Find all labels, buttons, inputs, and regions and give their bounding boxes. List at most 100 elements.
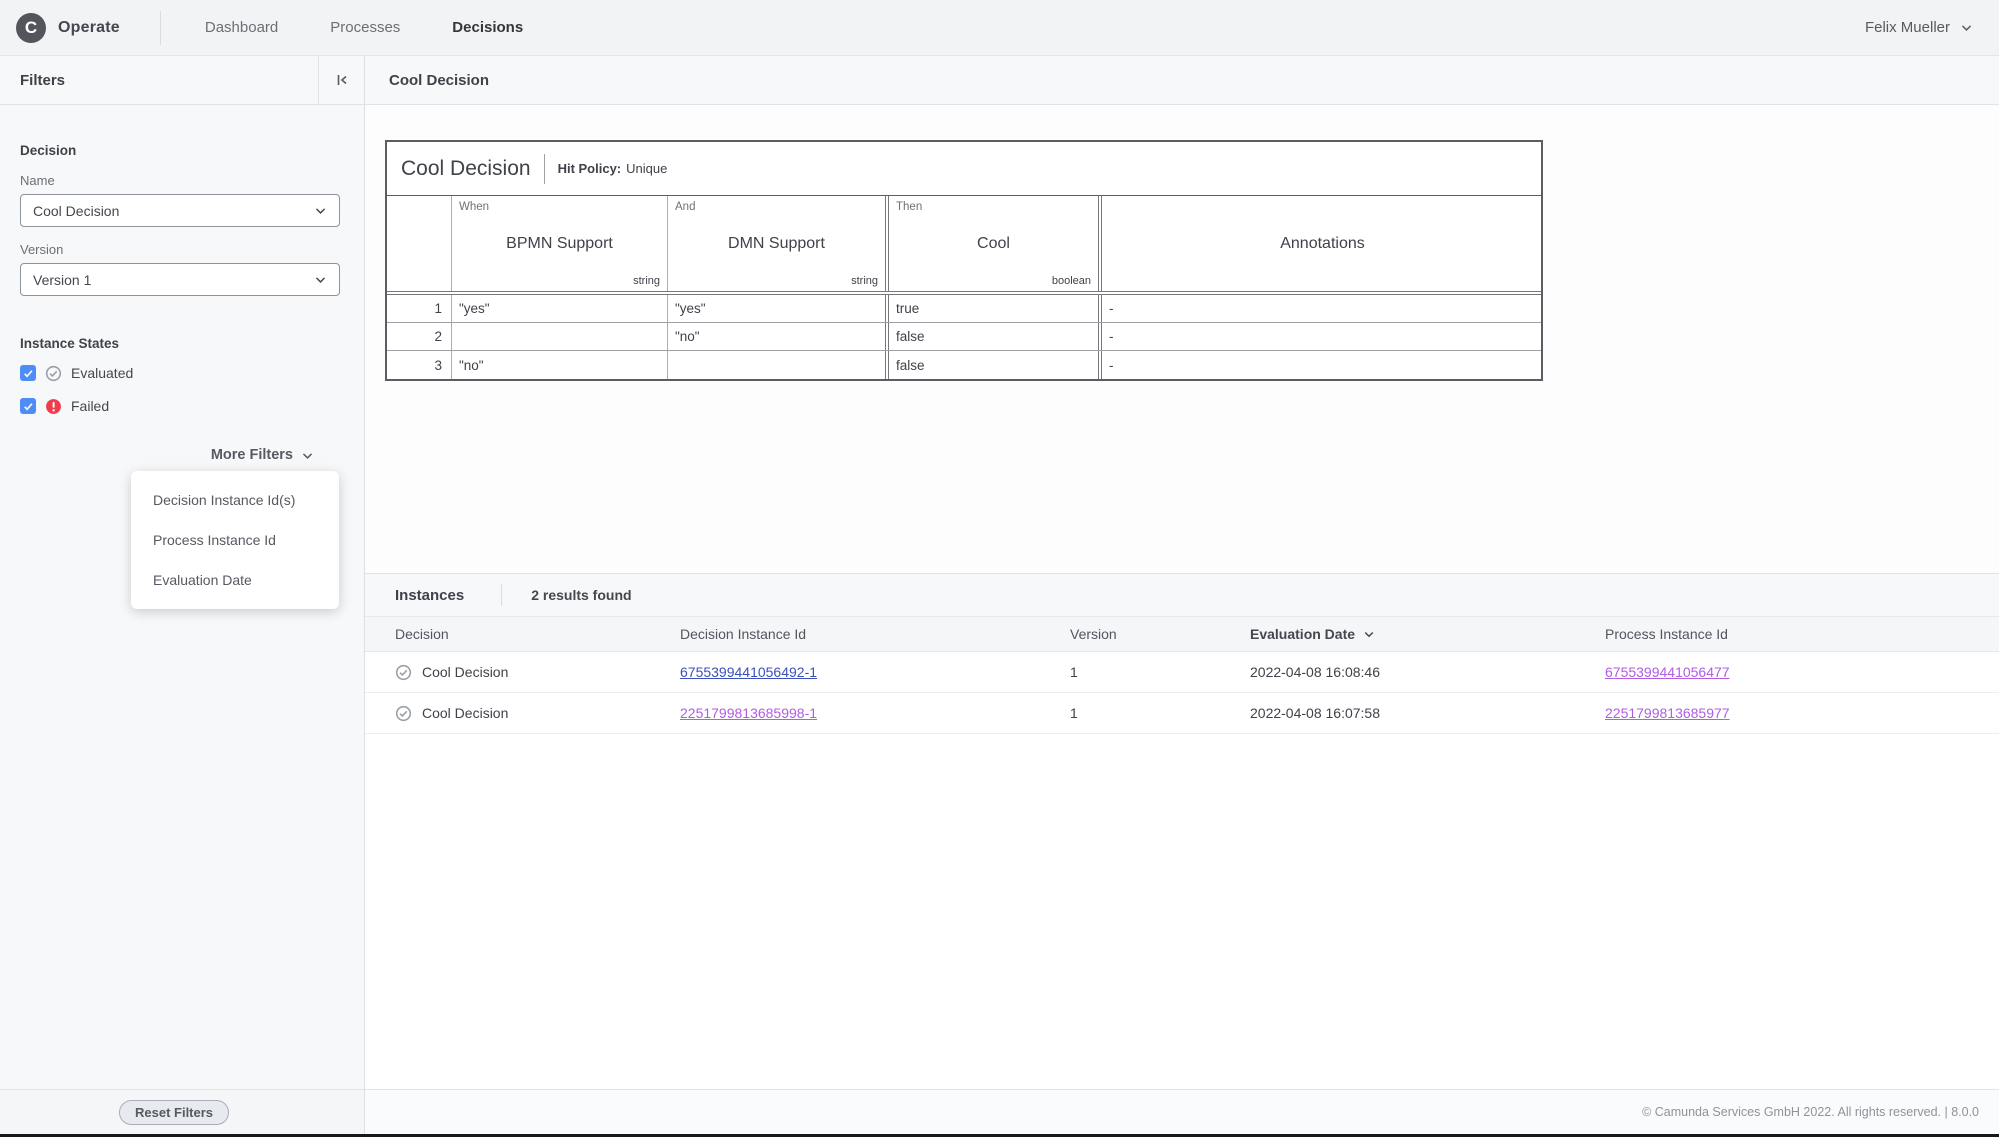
sort-chevron-down-icon (1363, 628, 1375, 640)
dmn-rule-row: 2"no"false- (387, 323, 1541, 351)
dmn-rule-cell: true (885, 295, 1102, 322)
filters-panel-header: Filters (0, 56, 364, 105)
instance-decision-cell: Cool Decision (395, 705, 680, 722)
camunda-logo-icon: C (16, 13, 46, 43)
instance-row: Cool Decision 6755399441056492-1 12022-04-… (365, 652, 1999, 693)
decision-panel-title: Cool Decision (365, 72, 489, 89)
dmn-column-name: Annotations (1109, 235, 1536, 253)
decision-version-select[interactable]: Version 1 (20, 263, 340, 296)
reset-filters-button[interactable]: Reset Filters (119, 1100, 229, 1125)
more-filters-menu: Decision Instance Id(s)Process Instance … (131, 471, 339, 609)
collapse-panel-button[interactable] (318, 56, 364, 104)
error-circle-icon (45, 398, 62, 415)
instances-rows: Cool Decision6755399441056492-112022-04-… (365, 652, 1999, 734)
instance-row: Cool Decision2251799813685998-1 12022-04-… (365, 693, 1999, 734)
dmn-rule-word: Then (896, 201, 1091, 213)
dmn-rule-cell (668, 351, 885, 379)
instance-decision-cell: Cool Decision (395, 664, 680, 681)
dmn-rule-row: 1"yes""yes"true- (387, 295, 1541, 323)
decision-section-label: Decision (20, 143, 340, 158)
state-filter-evaluated: Evaluated (20, 362, 340, 384)
decision-instance-id-link[interactable]: 2251799813685998-1 (680, 705, 817, 721)
more-filters-menu-item-2[interactable]: Evaluation Date (131, 560, 339, 600)
dmn-rule-cell: "no" (452, 351, 668, 379)
hit-policy-label: Hit Policy: (558, 161, 622, 176)
check-circle-icon (395, 664, 412, 681)
more-filters-menu-item-0[interactable]: Decision Instance Id(s) (131, 480, 339, 520)
column-label: Evaluation Date (1250, 626, 1355, 642)
more-filters-label: More Filters (211, 447, 293, 463)
nav-item-dashboard[interactable]: Dashboard (205, 19, 278, 36)
instances-title: Instances (395, 587, 464, 604)
instance-states-list: Evaluated Failed (20, 362, 340, 417)
dmn-title-bar: Cool Decision Hit Policy: Unique (387, 142, 1541, 196)
user-menu[interactable]: Felix Mueller (1865, 19, 1999, 36)
column-label: Process Instance Id (1605, 626, 1728, 642)
top-nav: Dashboard Processes Decisions (205, 19, 523, 36)
instance-version: 1 (1070, 664, 1250, 680)
decision-name-select[interactable]: Cool Decision (20, 194, 340, 227)
instance-decision-name: Cool Decision (422, 664, 508, 680)
instances-titlebar: Instances 2 results found (365, 574, 1999, 617)
column-label: Version (1070, 626, 1117, 642)
version-field-label: Version (20, 242, 340, 257)
process-instance-id-link[interactable]: 6755399441056477 (1605, 664, 1730, 680)
dmn-column-header-cool: Then Cool boolean (885, 196, 1102, 291)
dmn-rule-cell: "yes" (668, 295, 885, 322)
check-circle-icon (45, 365, 62, 382)
user-name: Felix Mueller (1865, 19, 1950, 36)
decision-instance-id-link[interactable]: 6755399441056492-1 (680, 664, 817, 680)
dmn-column-type: boolean (896, 275, 1091, 287)
dmn-column-header-dmn-support: AndDMN Supportstring (668, 196, 885, 291)
dmn-header-row: WhenBPMN SupportstringAndDMN Supportstri… (387, 196, 1541, 295)
state-label: Failed (71, 398, 109, 414)
dmn-rule-cell: "yes" (452, 295, 668, 322)
dmn-rule-number: 1 (387, 295, 452, 322)
check-circle-icon (395, 705, 412, 722)
decision-name-value: Cool Decision (33, 203, 314, 219)
brand-name: Operate (58, 19, 120, 37)
more-filters-button[interactable]: More Filters (20, 447, 340, 463)
dmn-title-divider (544, 154, 545, 184)
instances-titlebar-divider (501, 584, 502, 606)
dmn-column-type: string (459, 275, 660, 287)
instances-column-header-evaluation-date[interactable]: Evaluation Date (1250, 626, 1605, 642)
dmn-rule-row: 3"no"false- (387, 351, 1541, 379)
brand[interactable]: C Operate (0, 13, 120, 43)
state-filter-failed: Failed (20, 395, 340, 417)
dmn-column-type: string (675, 275, 878, 287)
dmn-rule-cell: "no" (668, 323, 885, 350)
failed-checkbox[interactable] (20, 398, 36, 414)
instance-version: 1 (1070, 705, 1250, 721)
dmn-column-header-bpmn-support: WhenBPMN Supportstring (452, 196, 668, 291)
app-body: Filters Decision Name Cool Decision Vers… (0, 56, 1999, 1134)
instance-evaluation-date: 2022-04-08 16:08:46 (1250, 664, 1605, 680)
results-count: 2 results found (531, 587, 631, 603)
dmn-rule-number: 2 (387, 323, 452, 350)
decision-panel-header: Cool Decision (365, 56, 1999, 105)
more-filters-menu-item-1[interactable]: Process Instance Id (131, 520, 339, 560)
dmn-decision-name: Cool Decision (401, 157, 531, 181)
column-label: Decision (395, 626, 449, 642)
dmn-column-name: Cool (896, 235, 1091, 253)
instances-column-header-decision: Decision (395, 626, 680, 642)
dmn-rule-cell: false (885, 351, 1102, 379)
decision-viewer: Cool Decision Hit Policy: Unique WhenBPM… (365, 105, 1999, 573)
dmn-column-name: DMN Support (675, 235, 878, 253)
operate-app: C Operate Dashboard Processes Decisions Fe… (0, 0, 1999, 1137)
nav-item-decisions[interactable]: Decisions (452, 19, 523, 36)
instances-column-header-process-instance-id: Process Instance Id (1605, 626, 1999, 642)
nav-item-processes[interactable]: Processes (330, 19, 400, 36)
dmn-column-name: BPMN Support (459, 235, 660, 253)
instances-header-row: DecisionDecision Instance IdVersionEvalu… (365, 617, 1999, 652)
top-bar: C Operate Dashboard Processes Decisions Fe… (0, 0, 1999, 56)
collapse-left-icon (334, 72, 350, 88)
process-instance-id-link[interactable]: 2251799813685977 (1605, 705, 1730, 721)
instance-evaluation-date: 2022-04-08 16:07:58 (1250, 705, 1605, 721)
dmn-rule-cell: - (1102, 323, 1543, 350)
evaluated-checkbox[interactable] (20, 365, 36, 381)
filters-footer: Reset Filters (0, 1089, 364, 1134)
filters-title: Filters (0, 72, 318, 89)
topbar-divider (160, 11, 161, 45)
chevron-down-icon (301, 449, 314, 462)
